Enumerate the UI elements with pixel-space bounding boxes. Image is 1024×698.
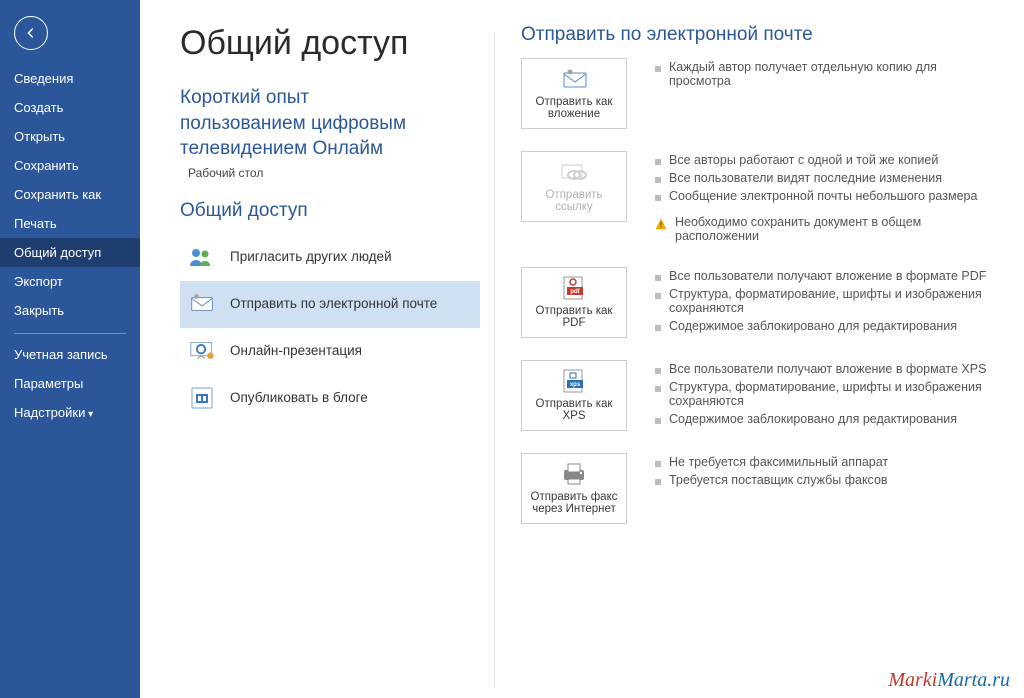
- option-row-link: Отправить ссылку Все авторы работают с од…: [521, 151, 994, 245]
- share-item-label: Пригласить других людей: [230, 249, 392, 264]
- email-icon: [188, 291, 216, 317]
- sidebar-item-4[interactable]: Сохранить как: [0, 180, 140, 209]
- option-button-label: Отправить как PDF: [526, 305, 622, 329]
- fax-icon: [559, 462, 589, 486]
- bullet-line: Требуется поставщик службы факсов: [655, 471, 994, 489]
- backstage-sidebar: СведенияСоздатьОткрытьСохранитьСохранить…: [0, 0, 140, 698]
- bullet-icon: [655, 325, 661, 331]
- email-heading: Отправить по электронной почте: [521, 24, 994, 46]
- bullet-icon: [655, 418, 661, 424]
- document-title: Короткий опыт пользованием цифровым теле…: [180, 85, 480, 162]
- sidebar-item-7[interactable]: Экспорт: [0, 267, 140, 296]
- option-button-label: Отправить как вложение: [526, 96, 622, 120]
- bullet-line: Все пользователи получают вложение в фор…: [655, 360, 994, 378]
- watermark: MarkiMarta.ru: [888, 669, 1010, 692]
- link-icon: [559, 160, 589, 184]
- back-arrow-icon: [23, 25, 39, 41]
- pdf-icon: pdf: [559, 276, 589, 300]
- bullet-icon: [655, 159, 661, 165]
- bullet-line: Сообщение электронной почты небольшого р…: [655, 187, 994, 205]
- share-item-blog[interactable]: Опубликовать в блоге: [180, 375, 480, 422]
- bullet-line: Все пользователи получают вложение в фор…: [655, 267, 994, 285]
- bullet-icon: [655, 479, 661, 485]
- bullet-icon: [655, 177, 661, 183]
- option-row-attach: Отправить как вложение Каждый автор получ…: [521, 58, 994, 129]
- bullet-line: Содержимое заблокировано для редактирова…: [655, 410, 994, 428]
- option-row-fax: Отправить факс через Интернет Не требуетс…: [521, 453, 994, 524]
- option-button-label: Отправить как XPS: [526, 398, 622, 422]
- back-button[interactable]: [14, 16, 48, 50]
- option-button-attach[interactable]: Отправить как вложение: [521, 58, 627, 129]
- left-column: Общий доступ Короткий опыт пользованием …: [180, 24, 480, 688]
- option-bullets-fax: Не требуется факсимильный аппаратТребует…: [655, 453, 994, 489]
- xps-icon: xps: [559, 369, 589, 393]
- sidebar-item-6[interactable]: Общий доступ: [0, 238, 140, 267]
- option-bullets-link: Все авторы работают с одной и той же коп…: [655, 151, 994, 245]
- bullet-icon: [655, 275, 661, 281]
- sidebar-bottom-item-2[interactable]: Надстройки: [0, 398, 140, 427]
- bullet-icon: [655, 368, 661, 374]
- bullet-line: Содержимое заблокировано для редактирова…: [655, 317, 994, 335]
- option-bullets-xps: Все пользователи получают вложение в фор…: [655, 360, 994, 428]
- page-title: Общий доступ: [180, 24, 480, 63]
- sidebar-item-0[interactable]: Сведения: [0, 64, 140, 93]
- bullet-icon: [655, 195, 661, 201]
- share-item-label: Опубликовать в блоге: [230, 390, 368, 405]
- bullet-icon: [655, 66, 661, 72]
- share-item-present[interactable]: Онлайн-презентация: [180, 328, 480, 375]
- blog-icon: [188, 385, 216, 411]
- share-list: Пригласить других людей Отправить по элек…: [180, 234, 480, 422]
- share-item-label: Онлайн-презентация: [230, 343, 362, 358]
- invite-icon: [188, 244, 216, 270]
- bullet-icon: [655, 461, 661, 467]
- sidebar-bottom-item-0[interactable]: Учетная запись: [0, 340, 140, 369]
- sidebar-item-2[interactable]: Открыть: [0, 122, 140, 151]
- option-row-xps: xps Отправить как XPS Все пользователи пол…: [521, 360, 994, 431]
- option-button-link: Отправить ссылку: [521, 151, 627, 222]
- option-row-pdf: pdf Отправить как PDF Все пользователи пол…: [521, 267, 994, 338]
- option-button-xps[interactable]: xps Отправить как XPS: [521, 360, 627, 431]
- sidebar-item-1[interactable]: Создать: [0, 93, 140, 122]
- bullet-icon: [655, 293, 661, 299]
- sidebar-bottom-item-1[interactable]: Параметры: [0, 369, 140, 398]
- vertical-separator: [494, 32, 495, 688]
- warning-line: Необходимо сохранить документ в общем ра…: [655, 213, 994, 245]
- bullet-line: Структура, форматирование, шрифты и изоб…: [655, 285, 994, 317]
- option-button-fax[interactable]: Отправить факс через Интернет: [521, 453, 627, 524]
- bullet-line: Структура, форматирование, шрифты и изоб…: [655, 378, 994, 410]
- warning-icon: [655, 218, 667, 230]
- option-button-pdf[interactable]: pdf Отправить как PDF: [521, 267, 627, 338]
- svg-text:xps: xps: [570, 382, 581, 388]
- sidebar-separator: [14, 333, 126, 334]
- bullet-line: Не требуется факсимильный аппарат: [655, 453, 994, 471]
- share-item-label: Отправить по электронной почте: [230, 296, 437, 311]
- main-panel: Общий доступ Короткий опыт пользованием …: [140, 0, 1024, 698]
- option-button-label: Отправить факс через Интернет: [526, 491, 622, 515]
- right-column: Отправить по электронной почте Отправить…: [521, 24, 994, 688]
- share-heading: Общий доступ: [180, 200, 480, 222]
- bullet-line: Все пользователи видят последние изменен…: [655, 169, 994, 187]
- document-location: Рабочий стол: [188, 166, 480, 180]
- svg-text:pdf: pdf: [570, 289, 580, 295]
- share-item-email[interactable]: Отправить по электронной почте: [180, 281, 480, 328]
- share-item-invite[interactable]: Пригласить других людей: [180, 234, 480, 281]
- sidebar-item-8[interactable]: Закрыть: [0, 296, 140, 325]
- option-bullets-attach: Каждый автор получает отдельную копию дл…: [655, 58, 994, 90]
- attach-icon: [559, 67, 589, 91]
- sidebar-item-3[interactable]: Сохранить: [0, 151, 140, 180]
- bullet-icon: [655, 386, 661, 392]
- present-icon: [188, 338, 216, 364]
- option-button-label: Отправить ссылку: [526, 189, 622, 213]
- option-bullets-pdf: Все пользователи получают вложение в фор…: [655, 267, 994, 335]
- bullet-line: Все авторы работают с одной и той же коп…: [655, 151, 994, 169]
- bullet-line: Каждый автор получает отдельную копию дл…: [655, 58, 994, 90]
- sidebar-item-5[interactable]: Печать: [0, 209, 140, 238]
